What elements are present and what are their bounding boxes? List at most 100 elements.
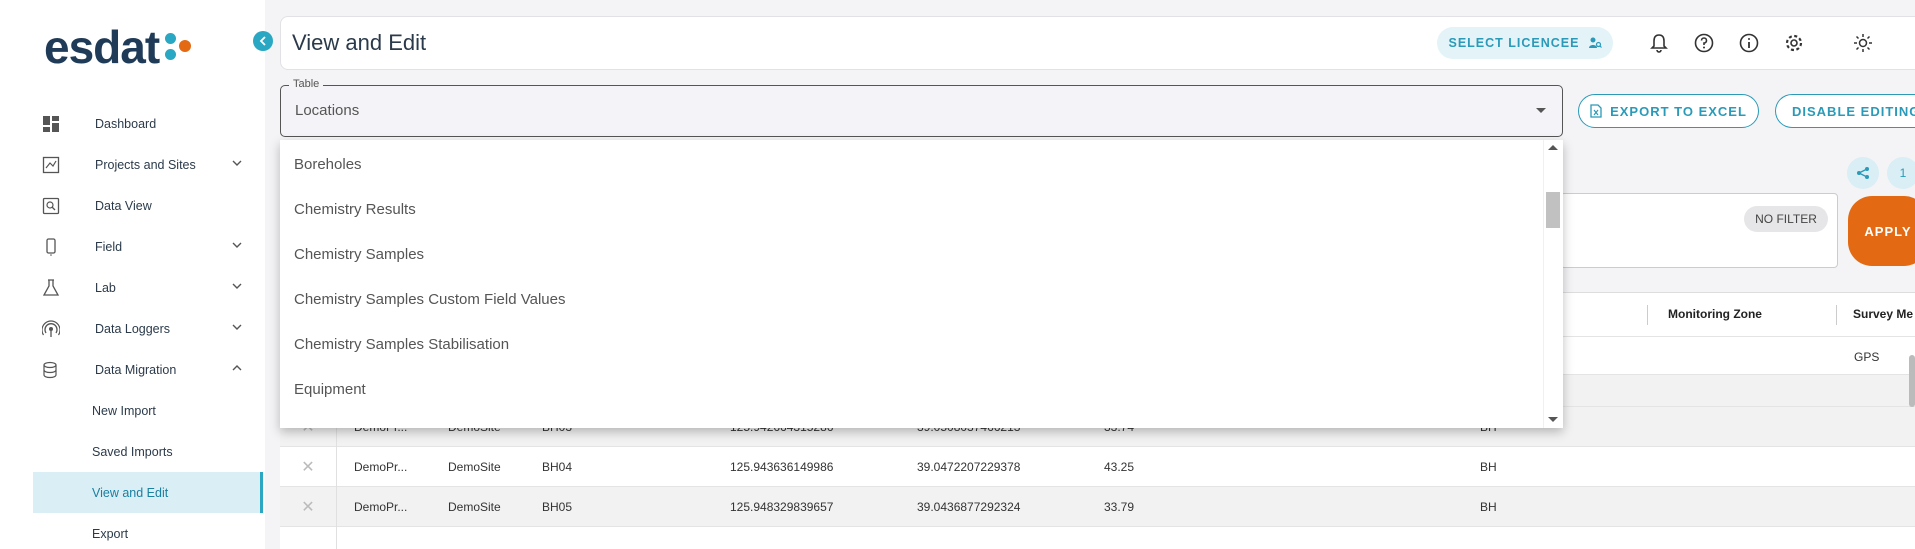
pin-icon[interactable]: ✕	[280, 487, 337, 527]
dropdown-option[interactable]: Chemistry Samples Custom Field Values	[294, 291, 565, 308]
help-icon[interactable]	[1693, 32, 1715, 54]
dashboard-icon	[41, 114, 61, 134]
grid-scrollbar[interactable]	[1909, 355, 1915, 407]
collapse-sidebar-button[interactable]	[253, 31, 273, 51]
column-header-monitoring-zone[interactable]: Monitoring Zone	[1668, 307, 1762, 321]
project-cell: DemoPr...	[354, 460, 408, 474]
x-coord-cell: 125.948329839657	[730, 500, 834, 514]
y-coord-cell: 39.0436877292324	[917, 500, 1021, 514]
logo-text: esdat	[44, 21, 160, 73]
chevron-down-icon[interactable]	[231, 157, 243, 169]
sidebar-subitem-export[interactable]: Export	[33, 513, 263, 549]
sidebar-item-data-view[interactable]: Data View	[33, 185, 263, 226]
dropdown-scrollbar[interactable]	[1543, 140, 1563, 428]
y-coord-cell: 39.0472207229378	[917, 460, 1021, 474]
pin-icon[interactable]: ✕	[280, 447, 337, 487]
export-to-excel-label: EXPORT TO EXCEL	[1610, 103, 1747, 119]
gear-icon[interactable]	[1783, 32, 1805, 54]
sidebar-subitem-view-and-edit[interactable]: View and Edit	[33, 472, 263, 513]
sidebar-item-field[interactable]: Field	[33, 226, 263, 267]
sidebar-subitem-label: New Import	[92, 403, 156, 418]
user-search-icon	[1588, 37, 1602, 48]
export-to-excel-button[interactable]: EXPORT TO EXCEL	[1578, 94, 1759, 128]
table-options-dropdown: Boreholes Chemistry Results Chemistry Sa…	[280, 140, 1563, 428]
apply-button[interactable]: APPLY	[1848, 196, 1915, 266]
column-header-survey-method[interactable]: Survey Me	[1853, 307, 1913, 321]
disable-editing-button[interactable]: DISABLE EDITING	[1775, 94, 1915, 128]
info-icon[interactable]	[1738, 32, 1760, 54]
dropdown-arrow-icon[interactable]	[1536, 108, 1546, 113]
sidebar-subitem-label: Saved Imports	[92, 444, 173, 459]
dropdown-option[interactable]: Boreholes	[294, 156, 362, 173]
dropdown-option[interactable]: Chemistry Samples	[294, 246, 424, 263]
page-number-label: 1	[1899, 166, 1907, 180]
sidebar-subitem-saved-imports[interactable]: Saved Imports	[33, 431, 263, 472]
page-title: View and Edit	[292, 30, 427, 55]
brightness-icon[interactable]	[1852, 32, 1874, 54]
table-select-value[interactable]: Locations	[295, 102, 359, 119]
select-licencee-label: SELECT LICENCEE	[1448, 36, 1580, 50]
apply-label: APPLY	[1864, 223, 1912, 239]
chevron-down-icon[interactable]	[231, 280, 243, 292]
data-view-icon	[41, 196, 61, 216]
sidebar: esdat Dashboard Projects and Sites Data …	[0, 0, 265, 549]
share-button[interactable]	[1847, 157, 1879, 189]
share-icon	[1857, 167, 1869, 179]
x-coord-cell: 125.943636149986	[730, 460, 834, 474]
sidebar-item-label: Dashboard	[95, 116, 157, 131]
sidebar-item-label: Data Migration	[95, 362, 177, 377]
sidebar-nav: Dashboard Projects and Sites Data View F…	[33, 103, 263, 549]
location-cell: BH05	[542, 500, 573, 514]
type-cell: BH	[1480, 500, 1497, 514]
logo-mark	[163, 27, 199, 67]
dropdown-option[interactable]: Chemistry Samples Stabilisation	[294, 336, 509, 353]
chevron-up-icon[interactable]	[231, 362, 243, 374]
sidebar-subitem-label: View and Edit	[92, 485, 169, 500]
database-icon	[41, 360, 61, 380]
sidebar-item-lab[interactable]: Lab	[33, 267, 263, 308]
mobile-icon	[41, 237, 61, 257]
sidebar-subitem-new-import[interactable]: New Import	[33, 390, 263, 431]
sidebar-item-label: Data View	[95, 198, 152, 213]
esdat-logo: esdat	[44, 20, 199, 74]
project-cell: DemoPr...	[354, 500, 408, 514]
table-row[interactable]: ✕ DemoPr... DemoSite BH04 125.9436361499…	[280, 447, 1915, 487]
chevron-down-icon[interactable]	[231, 321, 243, 333]
table-select[interactable]: Table Locations	[280, 78, 1563, 137]
location-cell: BH04	[542, 460, 573, 474]
top-bar: View and Edit SELECT LICENCEE	[280, 16, 1915, 70]
signal-icon	[41, 319, 61, 339]
elevation-cell: 43.25	[1104, 460, 1135, 474]
scrollbar-thumb[interactable]	[1546, 192, 1560, 228]
select-licencee-button[interactable]: SELECT LICENCEE	[1437, 27, 1613, 59]
site-cell: DemoSite	[448, 460, 501, 474]
table-row[interactable]: ✕ DemoPr... DemoSite BH05 125.9483298396…	[280, 487, 1915, 527]
chevron-left-icon	[259, 36, 266, 46]
page-number-button[interactable]: 1	[1887, 157, 1915, 189]
table-row[interactable]	[280, 527, 1915, 549]
sidebar-item-label: Field	[95, 239, 123, 254]
survey-method-cell: GPS	[1854, 350, 1880, 364]
sidebar-item-data-migration[interactable]: Data Migration	[33, 349, 263, 390]
pin-icon[interactable]	[280, 527, 337, 549]
sidebar-item-data-loggers[interactable]: Data Loggers	[33, 308, 263, 349]
flask-icon	[41, 278, 61, 298]
sidebar-item-dashboard[interactable]: Dashboard	[33, 103, 263, 144]
sidebar-item-label: Projects and Sites	[95, 157, 196, 172]
sidebar-item-label: Data Loggers	[95, 321, 171, 336]
excel-file-icon	[1590, 104, 1602, 118]
disable-editing-label: DISABLE EDITING	[1792, 103, 1915, 119]
sidebar-subitem-label: Export	[92, 526, 129, 541]
scroll-up-icon[interactable]	[1548, 145, 1558, 150]
sidebar-item-label: Lab	[95, 280, 116, 295]
dropdown-option[interactable]: Chemistry Results	[294, 201, 416, 218]
column-separator	[1836, 305, 1837, 325]
sidebar-item-projects-and-sites[interactable]: Projects and Sites	[33, 144, 263, 185]
dropdown-option[interactable]: Equipment	[294, 381, 366, 398]
map-icon	[41, 155, 61, 175]
scroll-down-icon[interactable]	[1548, 417, 1558, 422]
bell-icon[interactable]	[1648, 32, 1670, 54]
type-cell: BH	[1480, 460, 1497, 474]
chevron-down-icon[interactable]	[231, 239, 243, 251]
no-filter-chip[interactable]: NO FILTER	[1744, 206, 1828, 232]
